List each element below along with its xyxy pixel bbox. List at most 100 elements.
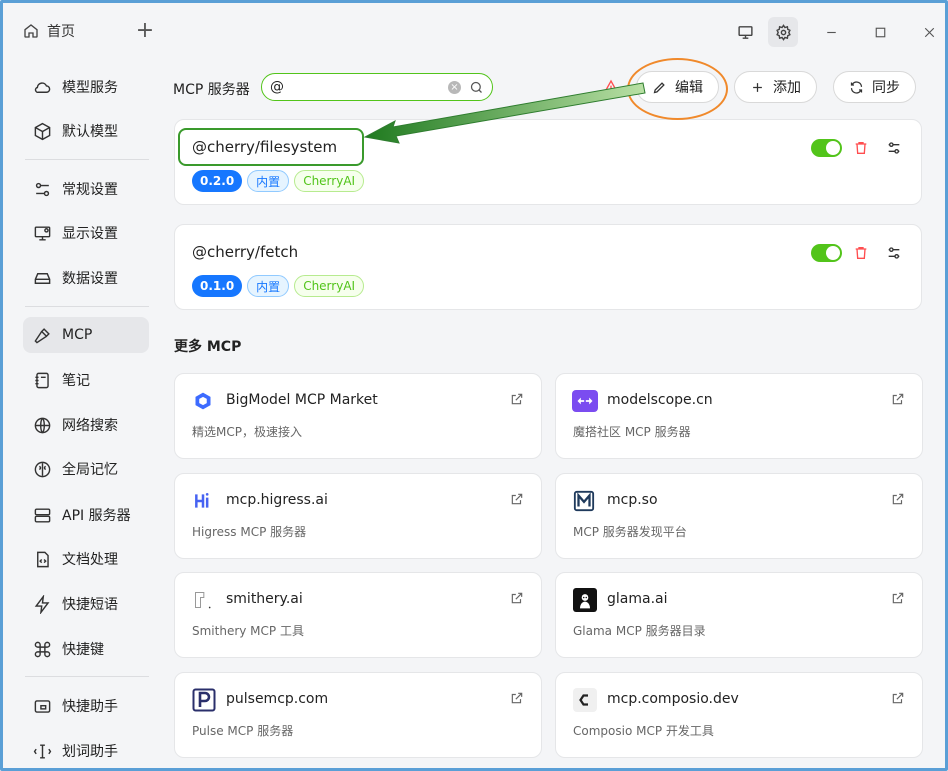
- server-name: @cherry/fetch: [192, 243, 299, 261]
- market-desc: Higress MCP 服务器: [192, 525, 307, 539]
- sidebar-item-quick-phrases[interactable]: 快捷短语: [23, 586, 149, 622]
- market-name: smithery.ai: [226, 591, 303, 607]
- minimize-icon: [826, 31, 836, 33]
- market-name: modelscope.cn: [607, 392, 713, 408]
- market-desc: MCP 服务器发现平台: [573, 525, 687, 539]
- external-link-icon[interactable]: [510, 591, 524, 605]
- market-card[interactable]: BigModel MCP Market 精选MCP，极速接入: [174, 373, 542, 459]
- sidebar-item-general[interactable]: 常规设置: [23, 171, 149, 207]
- external-link-icon[interactable]: [891, 392, 905, 406]
- external-link-icon[interactable]: [891, 591, 905, 605]
- market-name: mcp.higress.ai: [226, 492, 328, 508]
- sidebar-divider: [25, 676, 149, 677]
- maximize-button[interactable]: [865, 17, 895, 47]
- app-window-icon: [34, 699, 51, 713]
- market-card[interactable]: smithery.ai Smithery MCP 工具: [174, 572, 542, 658]
- market-card[interactable]: modelscope.cn 魔搭社区 MCP 服务器: [555, 373, 923, 459]
- server-enable-toggle[interactable]: [811, 139, 842, 157]
- sidebar-item-label: 数据设置: [62, 271, 118, 287]
- builtin-tag: 内置: [247, 170, 290, 192]
- app-window: 首页 + 模型服务 默认模型 常规设置 显示设置 数据设置 MCP 笔记 网络搜…: [0, 0, 948, 771]
- external-link-icon[interactable]: [510, 392, 524, 406]
- minimize-button[interactable]: [816, 17, 846, 47]
- external-link-icon[interactable]: [891, 691, 905, 705]
- server-card[interactable]: @cherry/fetch 0.1.0 内置 CherryAI: [174, 224, 922, 310]
- sidebar-item-documents[interactable]: 文档处理: [23, 541, 149, 577]
- market-card[interactable]: glama.ai Glama MCP 服务器目录: [555, 572, 923, 658]
- market-desc: Pulse MCP 服务器: [192, 724, 294, 738]
- brain-icon: [34, 461, 51, 477]
- sidebar-item-label: 显示设置: [62, 226, 118, 242]
- sidebar-item-label: 网络搜索: [62, 418, 118, 434]
- sidebar-divider: [25, 159, 149, 160]
- sidebar-item-notes[interactable]: 笔记: [23, 362, 149, 398]
- tab-home[interactable]: 首页: [23, 17, 75, 45]
- settings-sliders-icon: [35, 182, 50, 196]
- toggle-knob: [826, 141, 840, 155]
- sidebar-item-memory[interactable]: 全局记忆: [23, 451, 149, 487]
- monitor-button[interactable]: [730, 17, 760, 47]
- server-tags: 0.2.0 内置 CherryAI: [192, 170, 365, 192]
- sync-button[interactable]: 同步: [833, 71, 916, 103]
- external-link-icon[interactable]: [510, 691, 524, 705]
- settings-sliders-icon[interactable]: [886, 245, 902, 261]
- external-link-icon[interactable]: [510, 492, 524, 506]
- search-box[interactable]: ×: [261, 73, 493, 101]
- market-card[interactable]: mcp.composio.dev Composio MCP 开发工具: [555, 672, 923, 758]
- market-name: mcp.so: [607, 492, 658, 508]
- version-badge: 0.2.0: [192, 170, 243, 192]
- sidebar-item-selection-assistant[interactable]: 划词助手: [23, 733, 149, 768]
- home-icon: [24, 24, 38, 38]
- annotation-highlight-box: [178, 128, 364, 166]
- market-name: glama.ai: [607, 591, 668, 607]
- globe-icon: [34, 417, 51, 433]
- close-button[interactable]: [914, 17, 944, 47]
- sync-button-label: 同步: [872, 80, 900, 96]
- search-input[interactable]: [270, 79, 448, 95]
- settings-sliders-icon[interactable]: [886, 140, 902, 156]
- market-card[interactable]: mcp.higress.ai Higress MCP 服务器: [174, 473, 542, 559]
- warning-icon[interactable]: [603, 79, 619, 95]
- sidebar-item-mcp[interactable]: MCP: [23, 317, 149, 353]
- glama-logo-icon: [573, 588, 597, 612]
- sidebar-item-web-search[interactable]: 网络搜索: [23, 407, 149, 443]
- sidebar-item-label: 笔记: [62, 373, 90, 389]
- title-bar: 首页 +: [3, 3, 945, 61]
- server-icon: [34, 507, 51, 523]
- sidebar-item-shortcuts[interactable]: 快捷键: [23, 631, 149, 667]
- clear-search-icon[interactable]: ×: [448, 80, 461, 94]
- sidebar-item-default-model[interactable]: 默认模型: [23, 113, 149, 149]
- monitor-icon: [737, 25, 753, 39]
- search-icon[interactable]: [469, 80, 484, 95]
- maximize-icon: [875, 27, 885, 37]
- settings-button[interactable]: [768, 17, 798, 47]
- sidebar-item-api-server[interactable]: API 服务器: [23, 497, 149, 533]
- close-icon: [924, 27, 934, 37]
- zap-icon: [34, 594, 50, 614]
- sidebar-item-quick-assistant[interactable]: 快捷助手: [23, 688, 149, 724]
- market-desc: Smithery MCP 工具: [192, 624, 304, 638]
- server-enable-toggle[interactable]: [811, 244, 842, 262]
- add-tab-button[interactable]: +: [131, 17, 159, 45]
- builtin-tag: 内置: [247, 275, 290, 297]
- version-badge: 0.1.0: [192, 275, 243, 297]
- vendor-tag: CherryAI: [294, 275, 365, 297]
- add-button[interactable]: 添加: [734, 71, 817, 103]
- file-code-icon: [37, 551, 49, 567]
- bigmodel-logo-icon: [192, 390, 214, 412]
- more-mcp-heading: 更多 MCP: [174, 339, 242, 355]
- market-card[interactable]: pulsemcp.com Pulse MCP 服务器: [174, 672, 542, 758]
- sidebar-item-display[interactable]: 显示设置: [23, 215, 149, 251]
- trash-icon[interactable]: [853, 140, 869, 156]
- settings-sidebar: 模型服务 默认模型 常规设置 显示设置 数据设置 MCP 笔记 网络搜索 全局记…: [3, 61, 163, 768]
- pulsemcp-logo-icon: [192, 688, 216, 712]
- toggle-knob: [826, 246, 840, 260]
- sidebar-item-data[interactable]: 数据设置: [23, 260, 149, 296]
- annotation-highlight-oval: [627, 58, 728, 120]
- sidebar-item-model-service[interactable]: 模型服务: [23, 69, 149, 105]
- trash-icon[interactable]: [853, 245, 869, 261]
- external-link-icon[interactable]: [891, 492, 905, 506]
- market-card[interactable]: mcp.so MCP 服务器发现平台: [555, 473, 923, 559]
- vendor-tag: CherryAI: [294, 170, 365, 192]
- market-desc: Glama MCP 服务器目录: [573, 624, 706, 638]
